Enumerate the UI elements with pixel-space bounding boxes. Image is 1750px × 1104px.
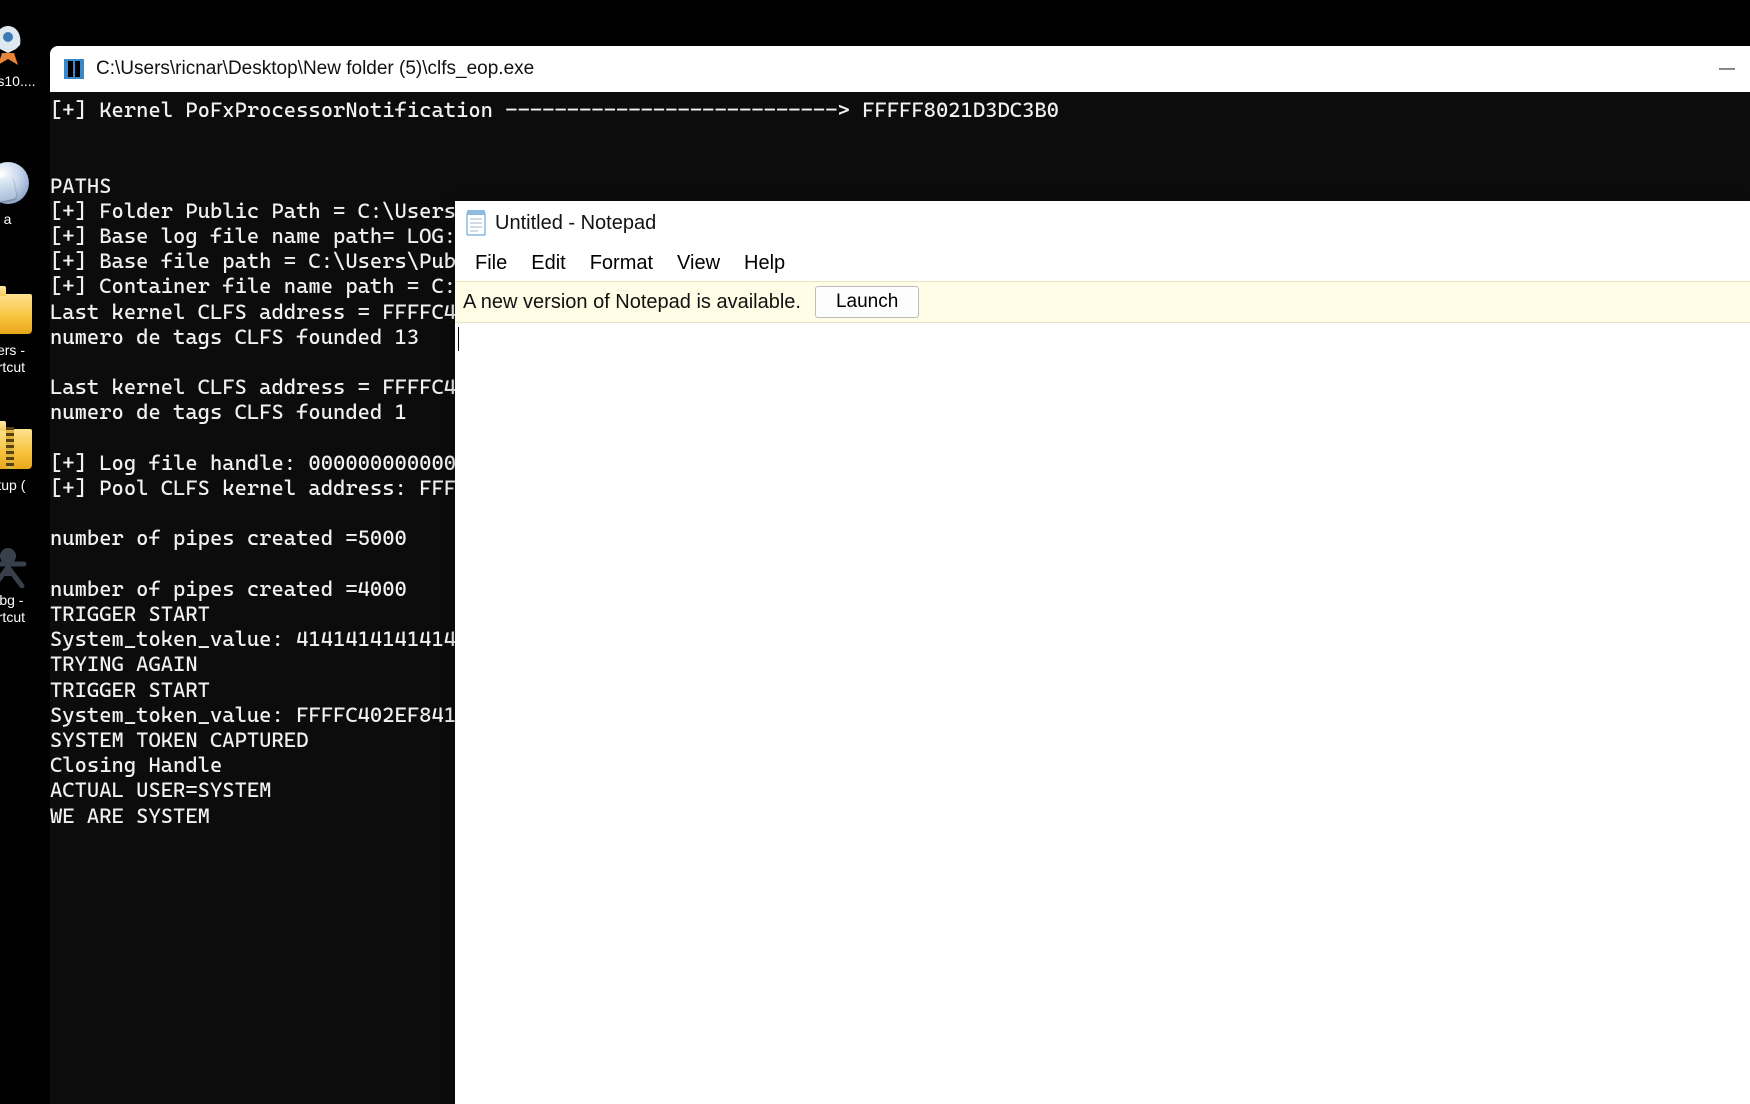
menu-file[interactable]: File bbox=[463, 250, 519, 277]
desktop-icon-etup[interactable]: etup ( bbox=[0, 404, 48, 494]
notepad-textarea[interactable] bbox=[455, 323, 1750, 1104]
debugger-icon: 64 bbox=[0, 540, 32, 588]
text-cursor bbox=[458, 327, 459, 351]
desktop-icon-dbg-shortcut[interactable]: 64 dbg - ortcut bbox=[0, 536, 48, 626]
desktop-icon-label: a bbox=[4, 211, 12, 228]
desktop-icon-windows10[interactable]: ows10.... bbox=[0, 0, 48, 90]
menu-help[interactable]: Help bbox=[732, 250, 797, 277]
rocket-icon bbox=[0, 21, 32, 69]
desktop-icon-label: etup ( bbox=[0, 477, 25, 494]
desktop-icon-label: dbg - ortcut bbox=[0, 592, 25, 626]
folder-icon bbox=[0, 290, 32, 338]
notepad-window[interactable]: Untitled - Notepad File Edit Format View… bbox=[455, 201, 1750, 1104]
terminal-title: C:\Users\ricnar\Desktop\New folder (5)\c… bbox=[96, 58, 1718, 80]
desktop-icon-label: ows10.... bbox=[0, 73, 36, 90]
notepad-menubar: File Edit Format View Help bbox=[455, 245, 1750, 281]
desktop-icon-a[interactable]: a bbox=[0, 138, 48, 228]
notepad-title: Untitled - Notepad bbox=[495, 212, 656, 235]
desktop-icon-vers-shortcut[interactable]: vers - ortcut bbox=[0, 286, 48, 376]
cmd-icon bbox=[64, 59, 84, 79]
desktop-icons: ows10.... a vers - ortcut etup ( 64 dbg bbox=[0, 0, 50, 626]
launch-button[interactable]: Launch bbox=[815, 286, 919, 318]
disc-icon bbox=[0, 159, 32, 207]
window-controls: — bbox=[1718, 60, 1736, 78]
menu-format[interactable]: Format bbox=[578, 250, 665, 277]
notepad-icon bbox=[465, 210, 487, 236]
menu-view[interactable]: View bbox=[665, 250, 732, 277]
menu-edit[interactable]: Edit bbox=[519, 250, 577, 277]
notepad-titlebar[interactable]: Untitled - Notepad bbox=[455, 201, 1750, 245]
update-banner: A new version of Notepad is available. L… bbox=[455, 281, 1750, 323]
update-banner-text: A new version of Notepad is available. bbox=[463, 291, 801, 314]
minimize-button[interactable]: — bbox=[1718, 60, 1736, 78]
desktop-icon-label: vers - ortcut bbox=[0, 342, 25, 376]
terminal-titlebar[interactable]: C:\Users\ricnar\Desktop\New folder (5)\c… bbox=[50, 46, 1750, 92]
zip-folder-icon bbox=[0, 425, 32, 473]
